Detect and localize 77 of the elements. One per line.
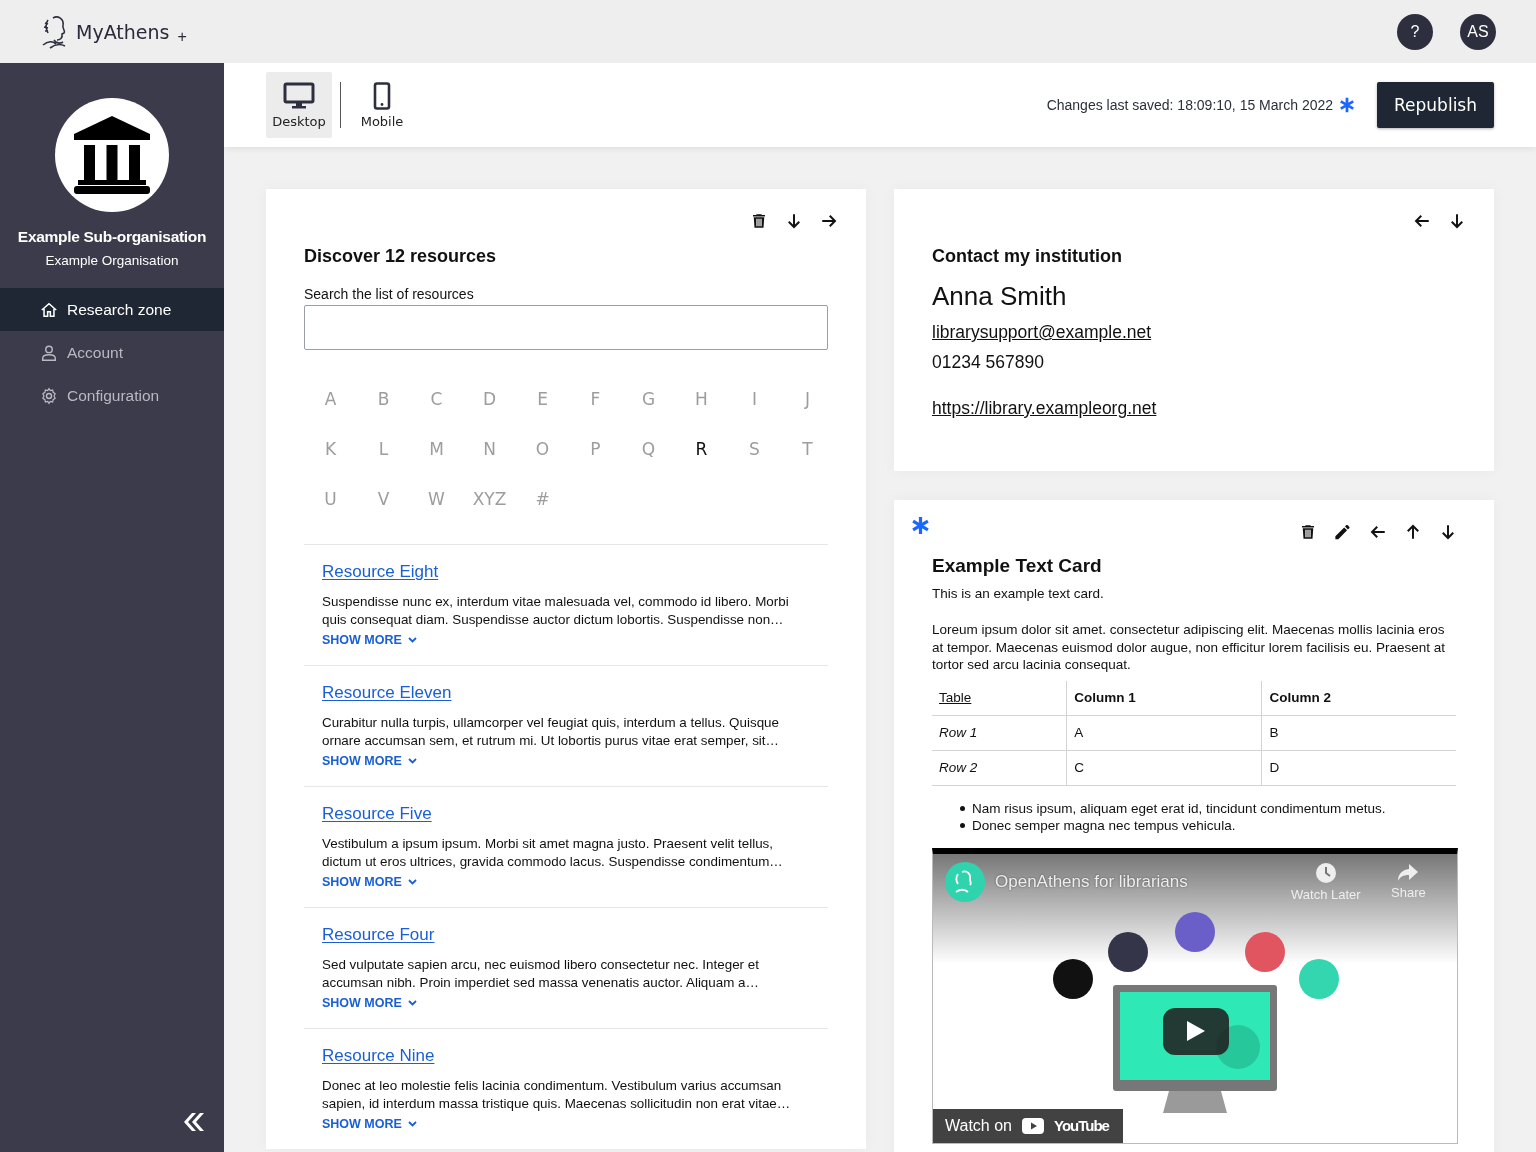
resource-description: Curabitur nulla turpis, ullamcorper vel feugiat quis, interdum a tellus. Quisque ornare accumsan sem, et rutrum mi. Ut lobortis purus vitae erat semper, sit… (322, 714, 780, 749)
user-icon (40, 343, 58, 362)
save-status: Changes last saved: 18:09:10, 15 March 2022 (1046, 97, 1334, 113)
play-button[interactable] (1163, 1007, 1229, 1055)
play-icon (1186, 1020, 1206, 1042)
desktop-icon (283, 81, 315, 110)
show-more-button[interactable]: SHOW MORE (322, 754, 417, 768)
table-cell: Row 1 (932, 715, 1067, 750)
bullet-icon (960, 823, 965, 829)
play-logo-icon (1022, 1117, 1044, 1134)
channel-icon (945, 861, 985, 902)
show-more-button[interactable]: SHOW MORE (322, 996, 417, 1010)
chevron-down-icon (407, 637, 417, 643)
show-more-button[interactable]: SHOW MORE (322, 875, 417, 889)
card-title: Contact my institution (932, 246, 1122, 267)
resource-link[interactable]: Resource Nine (322, 1046, 435, 1066)
settings-icon (40, 386, 58, 405)
card-title: Example Text Card (932, 555, 1102, 577)
bullet-icon (960, 805, 965, 811)
card-paragraph: Loreum ipsum dolor sit amet. consectetur adipiscing elit. Maecenas mollis lacinia eros at tempor. Maecenas euismod dolor augue, non efficitur lorem facilisis eu. Praesent at tortor sed arcu lacinia consequat. (932, 621, 1447, 674)
view-tab[interactable]: Desktop (266, 72, 332, 138)
watch-later-button[interactable]: Watch Later (1291, 861, 1361, 902)
resource-description: Suspendisse nunc ex, interdum vitae malesuada vel, commodo id libero. Morbi quis consequat diam. Suspendisse auctor dictum lobortis. Suspendisse non… (322, 593, 790, 628)
resource-description: Sed vulputate sapien arcu, nec euismod libero consectetur nec. Integer et accumsan nibh. Proin imperdiet sed massa venenatis auctor. Aliquam a… (322, 956, 760, 991)
nav-item[interactable]: Configuration (0, 374, 224, 417)
app-name: MyAthens (76, 20, 170, 43)
show-more-button[interactable]: SHOW MORE (322, 633, 417, 647)
search-label: Search the list of resources (304, 286, 474, 302)
share-button[interactable]: Share (1391, 861, 1426, 900)
nav-item[interactable]: Account (0, 331, 224, 374)
list-item: Donec semper magna nec tempus vehicula. (972, 817, 1236, 835)
brand-name: YouTube (1054, 1117, 1109, 1134)
help-button[interactable]: ? (1397, 13, 1433, 50)
resource-description: Vestibulum a ipsum ipsum. Morbi sit amet magna justo. Praesent velit tellus, dictum ut eros ultrices, gravida commodo lacus. Suspendisse condimentum… (322, 835, 784, 870)
republish-button[interactable]: Republish (1377, 82, 1494, 128)
search-field[interactable] (304, 305, 828, 350)
table-cell: D (1261, 750, 1456, 785)
home-icon (40, 300, 58, 319)
email-link[interactable]: librarysupport@example.net (932, 322, 1152, 343)
card-title: Discover 12 resources (304, 246, 497, 267)
resource-link[interactable]: Resource Four (322, 925, 435, 945)
table-cell: Row 2 (932, 750, 1067, 785)
watch-on-youtube-button[interactable]: Watch on YouTube (933, 1108, 1123, 1143)
website-link[interactable]: https://library.exampleorg.net (932, 398, 1157, 419)
organisation-name: Example Sub-organisation (16, 228, 208, 246)
table-cell: C (1066, 750, 1262, 785)
card-intro: This is an example text card. (932, 586, 1104, 601)
table-cell: A (1066, 715, 1262, 750)
clock-icon (1314, 861, 1337, 884)
parent-organisation: Example Organisation (44, 253, 180, 268)
table-header: Column 2 (1261, 680, 1456, 715)
phone-number: 01234 567890 (932, 352, 1044, 373)
list-item: Nam risus ipsum, aliquam eget erat id, tincidunt condimentum metus. (972, 799, 1386, 817)
share-icon (1397, 861, 1420, 882)
institution-icon (72, 116, 152, 194)
edit-icon[interactable] (1333, 522, 1352, 541)
chevron-down-icon (407, 1000, 417, 1006)
table-header: Table (932, 680, 1067, 715)
letter-filter[interactable]: R (695, 434, 708, 464)
user-avatar[interactable]: AS (1460, 13, 1496, 50)
resource-link[interactable]: Resource Five (322, 804, 432, 824)
video-title[interactable]: OpenAthens for librarians (995, 871, 1188, 892)
app-name-mark: + (177, 27, 187, 46)
chevron-down-icon (407, 879, 417, 885)
show-more-button[interactable]: SHOW MORE (322, 1117, 417, 1131)
collapse-button[interactable] (182, 1112, 204, 1132)
nav-item[interactable]: Research zone (0, 288, 224, 331)
chevron-down-icon (407, 1121, 417, 1127)
mobile-icon (373, 81, 391, 110)
table-header: Column 1 (1066, 680, 1262, 715)
table-cell: B (1261, 715, 1456, 750)
view-tab[interactable]: Mobile (349, 72, 415, 138)
contact-name: Anna Smith (932, 281, 1067, 312)
resource-link[interactable]: Resource Eight (322, 562, 439, 582)
resource-description: Donec at leo molestie felis lacinia condimentum. Vestibulum varius accumsan sapien, id interdum massa tristique quis. Maecenas sollicitudin non erat vitae… (322, 1077, 792, 1112)
resource-link[interactable]: Resource Eleven (322, 683, 452, 703)
chevron-down-icon (407, 758, 417, 764)
